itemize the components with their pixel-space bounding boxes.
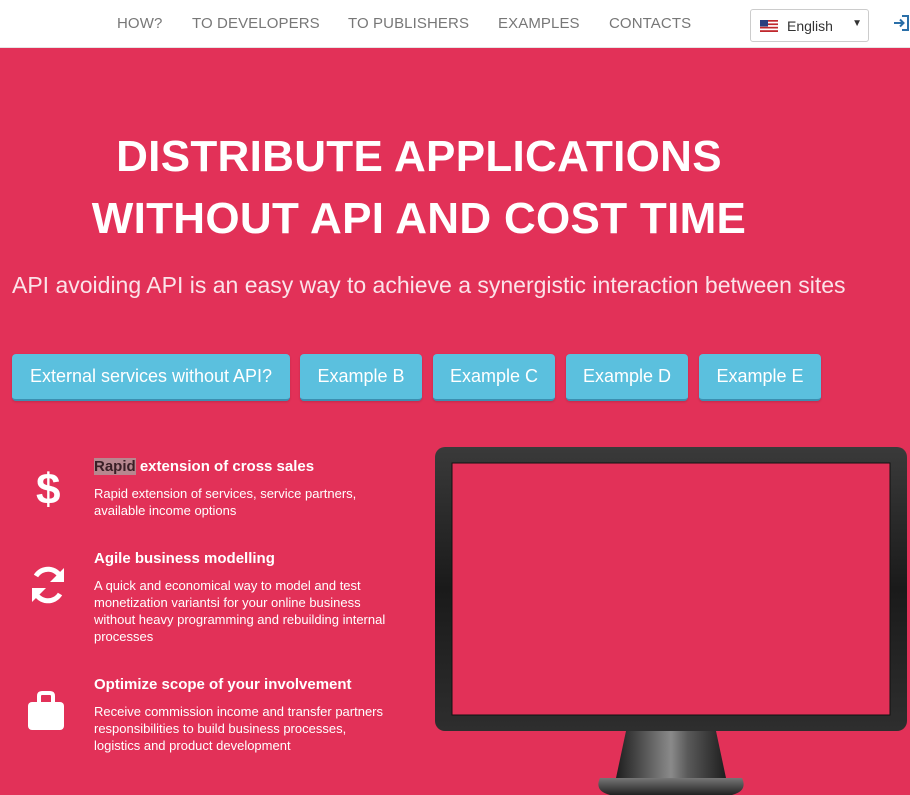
us-flag-icon bbox=[760, 20, 778, 32]
example-b-button[interactable]: Example B bbox=[300, 354, 422, 401]
refresh-icon bbox=[32, 566, 64, 604]
example-c-button[interactable]: Example C bbox=[433, 354, 555, 401]
monitor-illustration bbox=[435, 447, 907, 795]
feature-title-scope: Optimize scope of your involvement bbox=[94, 676, 352, 693]
hero-title-line-2: WITHOUT API AND COST TIME bbox=[91, 194, 747, 243]
feature-desc-scope: Receive commission income and transfer p… bbox=[94, 704, 384, 753]
feature-desc-agile: A quick and economical way to model and … bbox=[94, 578, 386, 644]
hero-title-line-1: DISTRIBUTE APPLICATIONS bbox=[116, 132, 722, 181]
feature-title-highlight: Rapid bbox=[94, 458, 136, 475]
nav-link-contacts[interactable]: CONTACTS bbox=[609, 15, 691, 32]
feature-title-rest: extension of cross sales bbox=[135, 458, 315, 475]
nav-link-how[interactable]: HOW? bbox=[117, 15, 162, 32]
example-d-button[interactable]: Example D bbox=[566, 354, 688, 401]
feature-title-agile: Agile business modelling bbox=[94, 550, 275, 567]
dollar-icon: $ bbox=[36, 465, 61, 514]
top-navbar: HOW? TO DEVELOPERS TO PUBLISHERS EXAMPLE… bbox=[0, 0, 910, 48]
feature-title-cross-sales: Rapid extension of cross sales bbox=[94, 458, 314, 475]
chevron-down-icon: ▼ bbox=[852, 18, 862, 29]
example-e-button[interactable]: Example E bbox=[699, 354, 821, 401]
nav-link-developers[interactable]: TO DEVELOPERS bbox=[192, 15, 320, 32]
nav-link-publishers[interactable]: TO PUBLISHERS bbox=[348, 15, 469, 32]
briefcase-icon bbox=[28, 691, 64, 730]
external-services-button[interactable]: External services without API? bbox=[12, 354, 290, 401]
login-icon[interactable] bbox=[893, 14, 910, 32]
language-select[interactable]: English ▼ bbox=[750, 9, 869, 42]
feature-desc-cross-sales: Rapid extension of services, service par… bbox=[94, 486, 357, 518]
nav-link-examples[interactable]: EXAMPLES bbox=[498, 15, 580, 32]
language-label: English bbox=[787, 18, 833, 34]
hero-subtitle: API avoiding API is an easy way to achie… bbox=[12, 272, 846, 298]
